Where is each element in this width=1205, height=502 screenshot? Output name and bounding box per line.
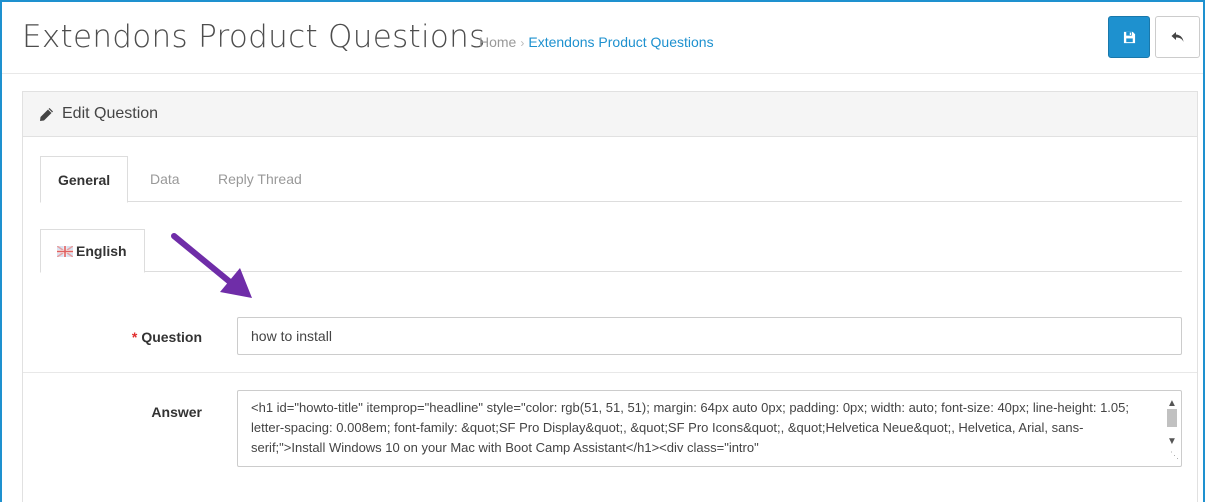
language-label: English [76, 243, 127, 259]
pencil-icon [40, 107, 53, 121]
scroll-thumb[interactable] [1167, 409, 1177, 427]
main-tabs: General Data Reply Thread [40, 156, 1182, 203]
page-title: Extendons Product Questions [22, 19, 486, 55]
tab-general[interactable]: General [40, 156, 129, 203]
question-label-text: Question [141, 329, 202, 345]
uk-flag-icon [57, 245, 73, 257]
reply-icon [1171, 32, 1184, 42]
back-button[interactable] [1155, 16, 1200, 58]
page-header: Extendons Product Questions Home › Extendo… [2, 2, 1203, 74]
resize-handle-icon[interactable]: ⋱ [1170, 445, 1179, 465]
answer-textarea[interactable]: <h1 id="howto-title" itemprop="headline"… [237, 390, 1182, 467]
breadcrumb-home-link[interactable]: Home [479, 34, 516, 50]
question-label: * Question [132, 329, 202, 345]
panel-heading: Edit Question [23, 92, 1197, 137]
annotation-arrow-icon [171, 233, 252, 298]
breadcrumb-separator: › [520, 36, 525, 50]
tab-language-english[interactable]: English [40, 229, 145, 273]
question-row: * Question how to install [23, 297, 1197, 373]
tab-data[interactable]: Data [150, 156, 180, 202]
panel-title-text: Edit Question [62, 105, 159, 122]
breadcrumb-current-link[interactable]: Extendons Product Questions [528, 34, 713, 50]
save-button[interactable] [1108, 16, 1150, 58]
answer-text: <h1 id="howto-title" itemprop="headline"… [251, 400, 1129, 455]
answer-label: Answer [151, 404, 202, 420]
required-marker: * [131, 329, 138, 345]
tab-reply-thread[interactable]: Reply Thread [218, 156, 302, 202]
panel-title: Edit Question [39, 105, 158, 123]
breadcrumb: Home › Extendons Product Questions [479, 34, 714, 50]
question-input[interactable]: how to install [237, 317, 1182, 355]
save-icon [1123, 31, 1135, 43]
